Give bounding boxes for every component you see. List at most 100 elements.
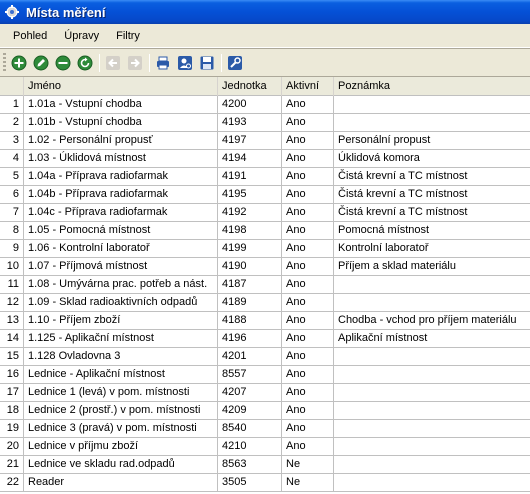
cell-aktivni[interactable]: Ano <box>282 240 334 258</box>
row-number[interactable]: 5 <box>0 168 24 186</box>
refresh-icon[interactable] <box>76 54 94 72</box>
cell-aktivni[interactable]: Ano <box>282 168 334 186</box>
cell-jmeno[interactable]: Lednice - Aplikační místnost <box>24 366 218 384</box>
save-icon[interactable] <box>198 54 216 72</box>
table-row[interactable]: 5 1.04a - Příprava radiofarmak 4191 Ano Čist… <box>0 168 530 186</box>
cell-jmeno[interactable]: 1.06 - Kontrolní laboratoř <box>24 240 218 258</box>
row-number[interactable]: 14 <box>0 330 24 348</box>
edit-icon[interactable] <box>32 54 50 72</box>
cell-aktivni[interactable]: Ano <box>282 186 334 204</box>
cell-jednotka[interactable]: 4190 <box>218 258 282 276</box>
cell-aktivni[interactable]: Ano <box>282 366 334 384</box>
cell-aktivni[interactable]: Ano <box>282 96 334 114</box>
cell-poznamka[interactable] <box>334 276 530 294</box>
cell-jmeno[interactable]: Lednice ve skladu rad.odpadů <box>24 456 218 474</box>
table-row[interactable]: 10 1.07 - Příjmová místnost 4190 Ano Příjem … <box>0 258 530 276</box>
cell-poznamka[interactable] <box>334 96 530 114</box>
cell-jmeno[interactable]: 1.04c - Příprava radiofarmak <box>24 204 218 222</box>
cell-jednotka[interactable]: 4193 <box>218 114 282 132</box>
table-row[interactable]: 6 1.04b - Příprava radiofarmak 4195 Ano Čist… <box>0 186 530 204</box>
row-number[interactable]: 2 <box>0 114 24 132</box>
cell-jmeno[interactable]: 1.128 Ovladovna 3 <box>24 348 218 366</box>
cell-aktivni[interactable]: Ano <box>282 150 334 168</box>
table-row[interactable]: 22 Reader 3505 Ne <box>0 474 530 492</box>
cell-jmeno[interactable]: Lednice 2 (prostř.) v pom. místnosti <box>24 402 218 420</box>
toolbar-grip[interactable] <box>3 52 6 73</box>
cell-jmeno[interactable]: 1.09 - Sklad radioaktivních odpadů <box>24 294 218 312</box>
row-number[interactable]: 10 <box>0 258 24 276</box>
cell-poznamka[interactable]: Pomocná místnost <box>334 222 530 240</box>
table-row[interactable]: 14 1.125 - Aplikační místnost 4196 Ano Aplik… <box>0 330 530 348</box>
user-search-icon[interactable] <box>176 54 194 72</box>
row-number[interactable]: 12 <box>0 294 24 312</box>
menu-filtry[interactable]: Filtry <box>109 30 149 42</box>
print-icon[interactable] <box>154 54 172 72</box>
cell-aktivni[interactable]: Ano <box>282 438 334 456</box>
row-number[interactable]: 19 <box>0 420 24 438</box>
table-row[interactable]: 19 Lednice 3 (pravá) v pom. místnosti 8540… <box>0 420 530 438</box>
cell-jednotka[interactable]: 8557 <box>218 366 282 384</box>
tools-icon[interactable] <box>226 54 244 72</box>
row-number[interactable]: 1 <box>0 96 24 114</box>
cell-poznamka[interactable]: Úklidová komora <box>334 150 530 168</box>
cell-aktivni[interactable]: Ano <box>282 222 334 240</box>
header-aktivni[interactable]: Aktivní <box>282 77 334 96</box>
forward-arrow-icon[interactable] <box>126 54 144 72</box>
table-row[interactable]: 21 Lednice ve skladu rad.odpadů 8563 Ne <box>0 456 530 474</box>
cell-poznamka[interactable] <box>334 438 530 456</box>
cell-poznamka[interactable] <box>334 114 530 132</box>
table-row[interactable]: 20 Lednice v příjmu zboží 4210 Ano <box>0 438 530 456</box>
cell-aktivni[interactable]: Ano <box>282 294 334 312</box>
cell-poznamka[interactable] <box>334 456 530 474</box>
row-number[interactable]: 21 <box>0 456 24 474</box>
table-row[interactable]: 18 Lednice 2 (prostř.) v pom. místnosti 42… <box>0 402 530 420</box>
row-number[interactable]: 22 <box>0 474 24 492</box>
row-number[interactable]: 17 <box>0 384 24 402</box>
cell-jmeno[interactable]: Reader <box>24 474 218 492</box>
cell-jmeno[interactable]: 1.01b - Vstupní chodba <box>24 114 218 132</box>
row-number[interactable]: 11 <box>0 276 24 294</box>
cell-aktivni[interactable]: Ano <box>282 276 334 294</box>
cell-aktivni[interactable]: Ano <box>282 384 334 402</box>
cell-jednotka[interactable]: 4210 <box>218 438 282 456</box>
row-number[interactable]: 13 <box>0 312 24 330</box>
cell-jmeno[interactable]: Lednice v příjmu zboží <box>24 438 218 456</box>
cell-poznamka[interactable]: Čistá krevní a TC místnost <box>334 204 530 222</box>
header-jmeno[interactable]: Jméno <box>24 77 218 96</box>
cell-jmeno[interactable]: 1.02 - Personální propusť <box>24 132 218 150</box>
cell-aktivni[interactable]: Ne <box>282 456 334 474</box>
table-row[interactable]: 1 1.01a - Vstupní chodba 4200 Ano <box>0 96 530 114</box>
cell-aktivni[interactable]: Ano <box>282 204 334 222</box>
cell-poznamka[interactable] <box>334 366 530 384</box>
table-row[interactable]: 15 1.128 Ovladovna 3 4201 Ano <box>0 348 530 366</box>
row-number[interactable]: 20 <box>0 438 24 456</box>
cell-jmeno[interactable]: 1.07 - Příjmová místnost <box>24 258 218 276</box>
row-number[interactable]: 4 <box>0 150 24 168</box>
table-row[interactable]: 7 1.04c - Příprava radiofarmak 4192 Ano Čist… <box>0 204 530 222</box>
cell-aktivni[interactable]: Ano <box>282 258 334 276</box>
cell-aktivni[interactable]: Ano <box>282 312 334 330</box>
menu-upravy[interactable]: Úpravy <box>57 30 108 42</box>
cell-poznamka[interactable]: Chodba - vchod pro příjem materiálu <box>334 312 530 330</box>
cell-aktivni[interactable]: Ano <box>282 348 334 366</box>
cell-poznamka[interactable]: Personální propust <box>334 132 530 150</box>
remove-icon[interactable] <box>54 54 72 72</box>
cell-poznamka[interactable]: Čistá krevní a TC místnost <box>334 186 530 204</box>
cell-jednotka[interactable]: 4199 <box>218 240 282 258</box>
table-row[interactable]: 8 1.05 - Pomocná místnost 4198 Ano Pomocná m… <box>0 222 530 240</box>
row-number[interactable]: 8 <box>0 222 24 240</box>
row-number[interactable]: 16 <box>0 366 24 384</box>
table-row[interactable]: 9 1.06 - Kontrolní laboratoř 4199 Ano Kontro… <box>0 240 530 258</box>
cell-poznamka[interactable] <box>334 294 530 312</box>
cell-jmeno[interactable]: 1.04a - Příprava radiofarmak <box>24 168 218 186</box>
table-row[interactable]: 16 Lednice - Aplikační místnost 8557 Ano <box>0 366 530 384</box>
cell-jednotka[interactable]: 4200 <box>218 96 282 114</box>
table-row[interactable]: 2 1.01b - Vstupní chodba 4193 Ano <box>0 114 530 132</box>
cell-jednotka[interactable]: 4192 <box>218 204 282 222</box>
cell-poznamka[interactable]: Aplikační místnost <box>334 330 530 348</box>
table-row[interactable]: 11 1.08 - Umývárna prac. potřeb a nást. 41… <box>0 276 530 294</box>
cell-jmeno[interactable]: Lednice 1 (levá) v pom. místnosti <box>24 384 218 402</box>
cell-jednotka[interactable]: 4187 <box>218 276 282 294</box>
cell-jednotka[interactable]: 8563 <box>218 456 282 474</box>
table-row[interactable]: 3 1.02 - Personální propusť 4197 Ano Personá… <box>0 132 530 150</box>
